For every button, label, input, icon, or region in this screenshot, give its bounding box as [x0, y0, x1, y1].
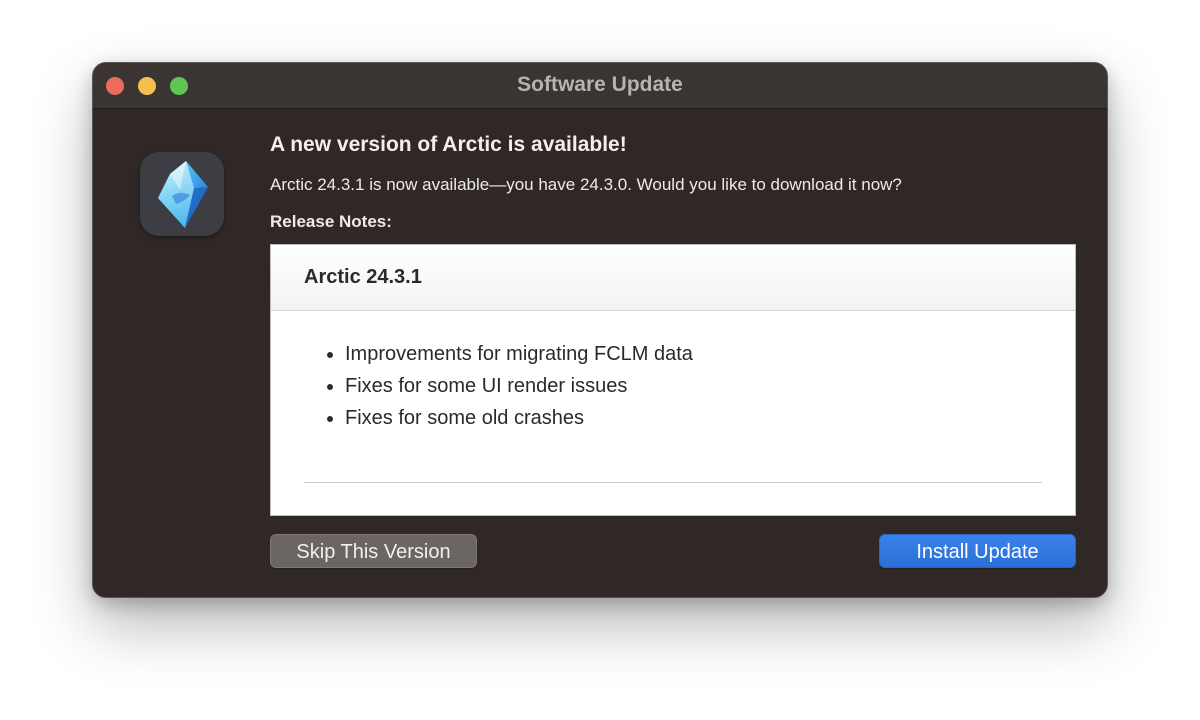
release-notes-divider [304, 482, 1042, 483]
update-description: Arctic 24.3.1 is now available—you have … [270, 175, 902, 194]
release-notes-header: Arctic 24.3.1 [271, 245, 1075, 311]
arctic-crystal-icon [140, 152, 224, 236]
release-notes-list: Improvements for migrating FCLM data Fix… [271, 338, 693, 434]
desktop-background: Software Update A new version of Arctic … [0, 0, 1200, 720]
release-note-item: Improvements for migrating FCLM data [345, 338, 693, 370]
window-title: Software Update [517, 73, 683, 96]
release-notes-label: Release Notes: [270, 212, 392, 231]
software-update-window: Software Update A new version of Arctic … [92, 62, 1108, 598]
release-note-item: Fixes for some UI render issues [345, 370, 693, 402]
release-notes-title: Arctic 24.3.1 [304, 266, 422, 288]
update-headline: A new version of Arctic is available! [270, 133, 627, 156]
skip-version-button[interactable]: Skip This Version [270, 534, 477, 568]
title-bar[interactable]: Software Update [93, 63, 1107, 109]
release-note-item: Fixes for some old crashes [345, 402, 693, 434]
install-update-button[interactable]: Install Update [879, 534, 1076, 568]
release-notes-panel[interactable]: Arctic 24.3.1 Improvements for migrating… [270, 244, 1076, 516]
